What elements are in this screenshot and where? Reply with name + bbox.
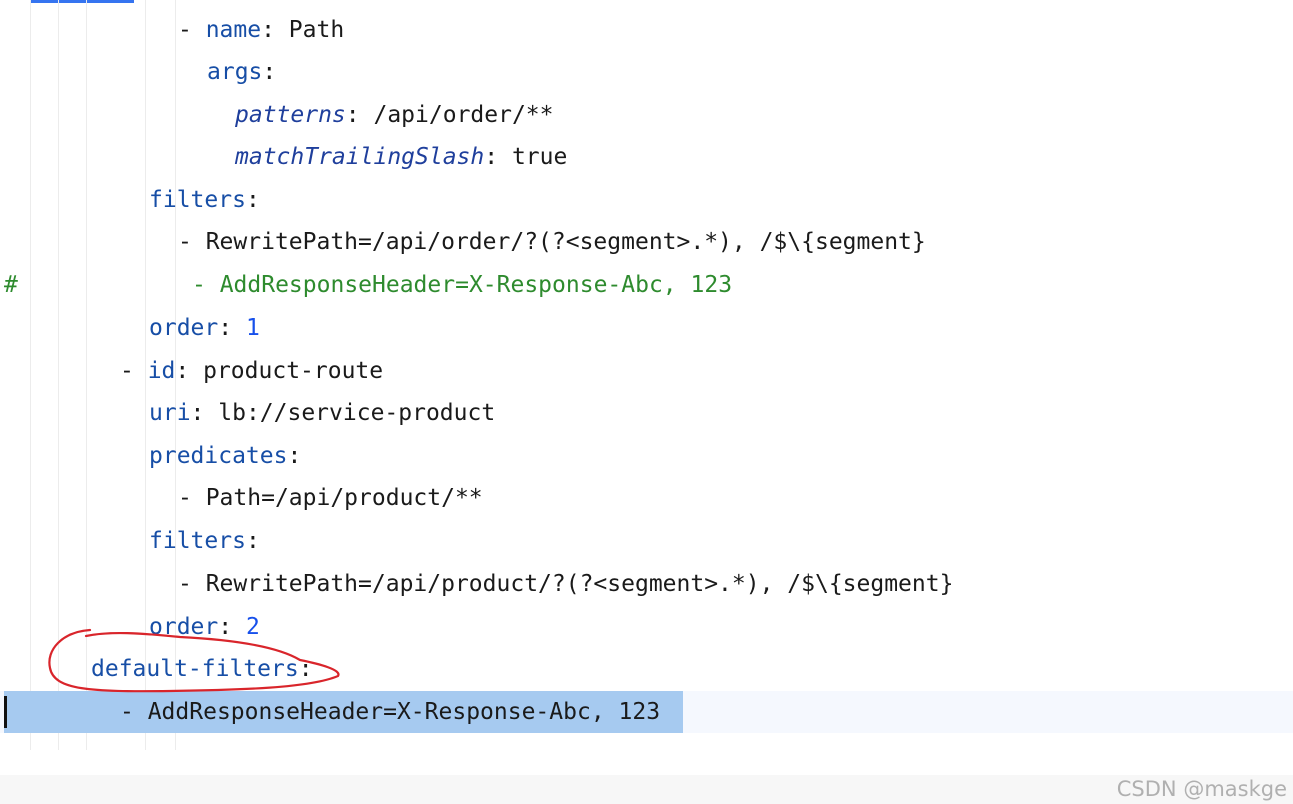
code-editor[interactable]: - name: Path args: patterns: /api/order/… — [0, 0, 1293, 775]
yaml-value: product-route — [203, 358, 384, 384]
code-line[interactable]: - id: product-route — [0, 350, 1293, 392]
code-line[interactable]: # - AddResponseHeader=X-Response-Abc, 12… — [0, 264, 1293, 306]
yaml-key: id — [147, 358, 176, 384]
separator: : — [261, 17, 289, 43]
code-line[interactable]: args: — [0, 51, 1293, 93]
yaml-key: predicates — [149, 443, 288, 469]
dash: - — [120, 358, 148, 384]
dash: - — [178, 571, 206, 597]
watermark: CSDN @maskge — [1116, 777, 1287, 801]
yaml-number: 2 — [245, 614, 260, 640]
code-line[interactable]: matchTrailingSlash: true — [0, 136, 1293, 178]
separator: : — [175, 358, 204, 384]
separator: : — [484, 144, 512, 170]
footer-bar: CSDN @maskge — [0, 775, 1293, 804]
comment-marker: # — [4, 272, 18, 298]
separator: : — [245, 528, 260, 554]
code-line[interactable]: filters: — [0, 179, 1293, 221]
separator: : — [190, 400, 219, 426]
separator: : — [262, 59, 277, 85]
text-cursor — [4, 696, 7, 728]
dash: - — [120, 699, 148, 725]
code-line[interactable]: - name: Path — [0, 9, 1293, 51]
code-line[interactable]: - RewritePath=/api/product/?(?<segment>.… — [0, 563, 1293, 605]
yaml-key: filters — [149, 187, 246, 213]
yaml-value: true — [511, 144, 568, 170]
active-tab-indicator — [30, 0, 134, 3]
separator: : — [287, 443, 302, 469]
yaml-value: RewritePath=/api/order/?(?<segment>.*), … — [205, 229, 926, 255]
code-line[interactable]: uri: lb://service-product — [0, 392, 1293, 434]
yaml-key: args — [207, 59, 263, 85]
code-line[interactable]: filters: — [0, 520, 1293, 562]
yaml-number: 1 — [245, 315, 260, 341]
yaml-value: RewritePath=/api/product/?(?<segment>.*)… — [205, 571, 954, 597]
dash: - — [178, 485, 206, 511]
comment-text: - AddResponseHeader=X-Response-Abc, 123 — [192, 272, 733, 298]
yaml-value: Path=/api/product/** — [205, 485, 483, 511]
code-line[interactable]: order: 2 — [0, 606, 1293, 648]
code-line[interactable]: predicates: — [0, 435, 1293, 477]
yaml-key: order — [149, 315, 219, 341]
yaml-key: name — [205, 17, 262, 43]
dash: - — [178, 229, 206, 255]
code-line[interactable]: default-filters: — [0, 648, 1293, 690]
yaml-key: order — [149, 614, 219, 640]
separator: : — [298, 656, 313, 682]
code-line-current[interactable]: - AddResponseHeader=X-Response-Abc, 123 — [0, 691, 1293, 733]
yaml-value: /api/order/** — [373, 102, 554, 128]
separator: : — [345, 102, 374, 128]
yaml-value: AddResponseHeader=X-Response-Abc, 123 — [147, 699, 661, 725]
separator: : — [218, 614, 246, 640]
code-line[interactable]: order: 1 — [0, 307, 1293, 349]
separator: : — [218, 315, 246, 341]
yaml-key: matchTrailingSlash — [235, 144, 485, 170]
separator: : — [245, 187, 260, 213]
code-line[interactable]: patterns: /api/order/** — [0, 94, 1293, 136]
yaml-value: lb://service-product — [218, 400, 496, 426]
yaml-value: Path — [288, 17, 345, 43]
yaml-key: default-filters — [91, 656, 299, 682]
code-line[interactable]: - RewritePath=/api/order/?(?<segment>.*)… — [0, 221, 1293, 263]
yaml-key: patterns — [235, 102, 346, 128]
code-line[interactable]: - Path=/api/product/** — [0, 477, 1293, 519]
yaml-key: uri — [149, 400, 191, 426]
dash: - — [178, 17, 206, 43]
yaml-key: filters — [149, 528, 246, 554]
